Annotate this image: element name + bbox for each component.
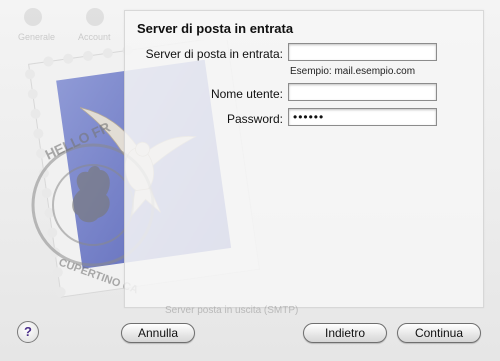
sheet-title: Server di posta in entrata — [137, 21, 294, 36]
username-input[interactable] — [288, 83, 437, 101]
ghost-smtp-label: Server posta in uscita (SMTP) — [165, 305, 299, 316]
cancel-button[interactable]: Annulla — [121, 323, 195, 343]
toolbar-ghost: Generale Account — [16, 2, 126, 44]
password-label: Password: — [226, 112, 283, 126]
server-example-hint: Esempio: mail.esempio.com — [290, 66, 416, 77]
help-button[interactable]: ? — [17, 321, 39, 343]
incoming-server-input[interactable] — [288, 43, 437, 61]
server-label: Server di posta in entrata: — [145, 47, 283, 61]
mail-setup-window: Generale Account HELLO FR CUPERTINO CA S… — [0, 0, 500, 361]
general-icon — [24, 8, 42, 26]
continue-button[interactable]: Continua — [397, 323, 481, 343]
back-button[interactable]: Indietro — [303, 323, 387, 343]
password-input[interactable]: •••••• — [288, 108, 437, 126]
accounts-icon — [86, 8, 104, 26]
incoming-server-sheet: Server di posta in entrata Server di pos… — [124, 10, 484, 316]
username-label: Nome utente: — [210, 87, 283, 101]
